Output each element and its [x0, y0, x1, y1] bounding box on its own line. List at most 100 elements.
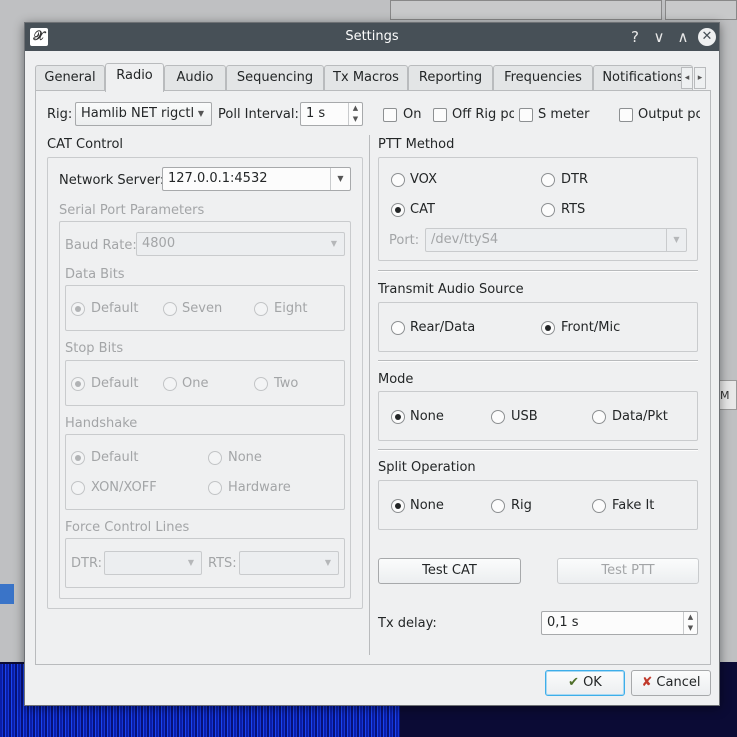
tab-tx-macros[interactable]: Tx Macros [324, 65, 408, 91]
tx-delay-label: Tx delay: [378, 616, 437, 631]
maximize-icon[interactable]: ∧ [673, 27, 693, 47]
network-server-combo[interactable]: 127.0.0.1:4532 ▼ [162, 167, 351, 191]
chevron-down-icon: ▼ [324, 558, 332, 567]
cancel-button[interactable]: ✘ Cancel [631, 670, 711, 696]
ptt-cat-radio[interactable] [391, 203, 405, 217]
ptt-method-title: PTT Method [378, 137, 455, 152]
off-rig-checkbox[interactable] [433, 108, 447, 122]
mode-none-label: None [410, 409, 444, 424]
separator [378, 360, 698, 362]
ptt-rts-radio[interactable] [541, 203, 555, 217]
ptt-dtr-radio[interactable] [541, 173, 555, 187]
data-bits-eight-radio[interactable] [254, 302, 268, 316]
spin-arrows-icon[interactable]: ▲ ▼ [348, 103, 362, 125]
ptt-dtr-label: DTR [561, 172, 588, 187]
handshake-hardware-label: Hardware [228, 480, 291, 495]
force-control-title: Force Control Lines [65, 520, 190, 535]
stop-bits-two-radio[interactable] [254, 377, 268, 391]
chevron-down-icon: ▼ [666, 229, 686, 251]
stop-bits-title: Stop Bits [65, 341, 124, 356]
mode-none-radio[interactable] [391, 410, 405, 424]
handshake-hardware-radio[interactable] [208, 481, 222, 495]
baud-rate-value: 4800 [142, 236, 176, 251]
ptt-port-combo[interactable]: /dev/ttyS4 ▼ [425, 228, 687, 252]
on-checkbox[interactable] [383, 108, 397, 122]
tab-radio[interactable]: Radio [105, 63, 164, 92]
handshake-none-radio[interactable] [208, 451, 222, 465]
rig-select-value: Hamlib NET rigctl [81, 106, 195, 121]
data-bits-seven-label: Seven [182, 301, 223, 316]
separator [378, 270, 698, 272]
title-bar[interactable]: 𝒳 Settings ? ∨ ∧ ✕ [25, 23, 719, 51]
poll-interval-value: 1 s [306, 106, 326, 121]
audio-rear-data-label: Rear/Data [410, 320, 476, 335]
close-icon[interactable]: ✕ [698, 28, 716, 46]
minimize-icon[interactable]: ∨ [649, 27, 669, 47]
cat-control-title: CAT Control [47, 137, 124, 152]
ptt-port-value: /dev/ttyS4 [431, 232, 499, 247]
test-ptt-button[interactable]: Test PTT [557, 558, 699, 584]
network-server-value: 127.0.0.1:4532 [168, 171, 268, 186]
tab-scroll-left-icon[interactable]: ◂ [681, 67, 693, 89]
spin-arrows-icon[interactable]: ▲ ▼ [683, 612, 697, 634]
stop-bits-default-label: Default [91, 376, 139, 391]
ok-check-icon: ✔ [568, 675, 580, 690]
help-icon[interactable]: ? [625, 27, 645, 47]
split-fake-it-radio[interactable] [592, 499, 606, 513]
data-bits-eight-label: Eight [274, 301, 308, 316]
audio-front-mic-radio[interactable] [541, 321, 555, 335]
cancel-x-icon: ✘ [641, 675, 653, 690]
audio-rear-data-radio[interactable] [391, 321, 405, 335]
stop-bits-default-radio[interactable] [71, 377, 85, 391]
ptt-vox-radio[interactable] [391, 173, 405, 187]
split-none-label: None [410, 498, 444, 513]
test-cat-button[interactable]: Test CAT [378, 558, 521, 584]
ok-button[interactable]: ✔ OK [545, 670, 625, 696]
stop-bits-two-label: Two [274, 376, 299, 391]
splitter[interactable] [369, 135, 370, 655]
tab-frequencies[interactable]: Frequencies [493, 65, 593, 91]
settings-dialog: 𝒳 Settings ? ∨ ∧ ✕ General Radio Audio S… [24, 22, 720, 706]
ptt-vox-label: VOX [410, 172, 437, 187]
mode-data-pkt-label: Data/Pkt [612, 409, 668, 424]
baud-rate-label: Baud Rate: [65, 238, 137, 253]
tab-audio[interactable]: Audio [164, 65, 226, 91]
background-indicator [0, 584, 14, 604]
chevron-down-icon: ▼ [330, 239, 338, 248]
ok-label: OK [583, 675, 602, 690]
handshake-none-label: None [228, 450, 262, 465]
data-bits-seven-radio[interactable] [163, 302, 177, 316]
tab-scroll-right-icon[interactable]: ▸ [694, 67, 706, 89]
s-meter-checkbox[interactable] [519, 108, 533, 122]
ptt-cat-label: CAT [410, 202, 435, 217]
poll-interval-label: Poll Interval: [218, 107, 299, 122]
rig-select[interactable]: Hamlib NET rigctl ▼ [75, 102, 212, 126]
stop-bits-one-radio[interactable] [163, 377, 177, 391]
audio-front-mic-label: Front/Mic [561, 320, 621, 335]
chevron-down-icon[interactable]: ▼ [330, 168, 350, 190]
background-panel [390, 0, 662, 20]
mode-data-pkt-radio[interactable] [592, 410, 606, 424]
poll-interval-spinbox[interactable]: 1 s ▲ ▼ [300, 102, 363, 126]
network-server-label: Network Server: [59, 173, 165, 188]
handshake-xonxoff-radio[interactable] [71, 481, 85, 495]
split-rig-radio[interactable] [491, 499, 505, 513]
window-title: Settings [345, 29, 399, 44]
data-bits-default-radio[interactable] [71, 302, 85, 316]
cancel-label: Cancel [656, 675, 701, 690]
tab-sequencing[interactable]: Sequencing [226, 65, 324, 91]
mode-usb-radio[interactable] [491, 410, 505, 424]
dtr-select[interactable]: ▼ [104, 551, 202, 575]
output-power-checkbox[interactable] [619, 108, 633, 122]
s-meter-label: S meter [538, 107, 590, 122]
tab-notifications[interactable]: Notifications [593, 65, 693, 91]
tab-general[interactable]: General [35, 65, 105, 91]
mode-title: Mode [378, 372, 414, 387]
tab-reporting[interactable]: Reporting [408, 65, 493, 91]
output-power-label: Output pc [638, 107, 700, 122]
tx-delay-spinbox[interactable]: 0,1 s ▲ ▼ [541, 611, 698, 635]
handshake-default-radio[interactable] [71, 451, 85, 465]
rts-select[interactable]: ▼ [239, 551, 339, 575]
split-none-radio[interactable] [391, 499, 405, 513]
baud-rate-select[interactable]: 4800 ▼ [136, 232, 345, 256]
